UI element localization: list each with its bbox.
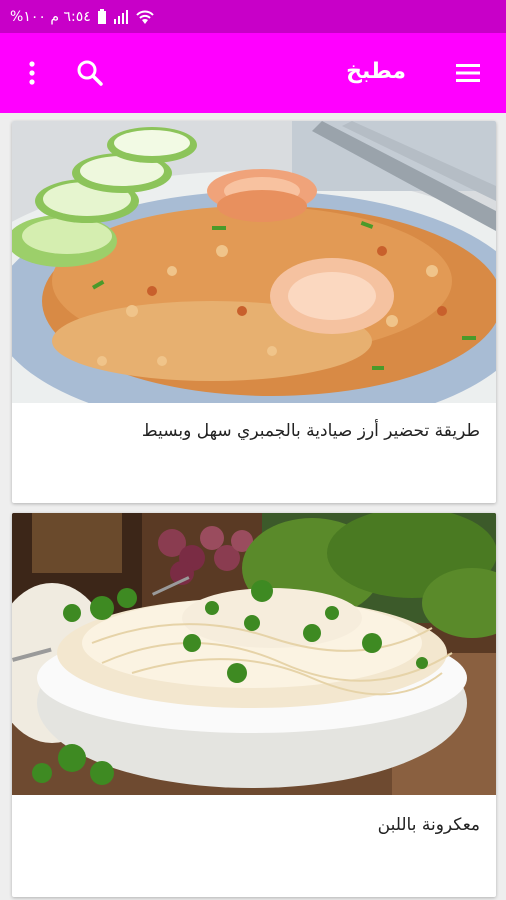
recipe-card[interactable]: معكرونة باللبن [12, 513, 496, 897]
more-vert-icon [29, 61, 35, 85]
app-title: مطبخ [346, 59, 406, 84]
battery-icon [97, 9, 106, 24]
status-text: ٦:٥٤ م ١٠٠% [10, 9, 91, 25]
search-icon [77, 60, 103, 86]
signal-icon [113, 10, 128, 24]
app-bar: مطبخ [0, 33, 506, 113]
menu-button[interactable] [454, 61, 482, 85]
status-bar: ٦:٥٤ م ١٠٠% [0, 0, 506, 33]
status-icons: ٦:٥٤ م ١٠٠% [10, 6, 155, 28]
search-button[interactable] [74, 57, 106, 89]
pasta-image [12, 513, 496, 795]
recipe-title: معكرونة باللبن [377, 815, 480, 835]
wifi-icon [136, 10, 154, 24]
recipe-card[interactable]: طريقة تحضير أرز صيادية بالجمبري سهل وبسي… [12, 121, 496, 503]
overflow-menu-button[interactable] [20, 59, 44, 87]
recipe-title: طريقة تحضير أرز صيادية بالجمبري سهل وبسي… [141, 421, 480, 441]
shrimp-rice-image [12, 121, 496, 403]
menu-icon [456, 64, 480, 82]
